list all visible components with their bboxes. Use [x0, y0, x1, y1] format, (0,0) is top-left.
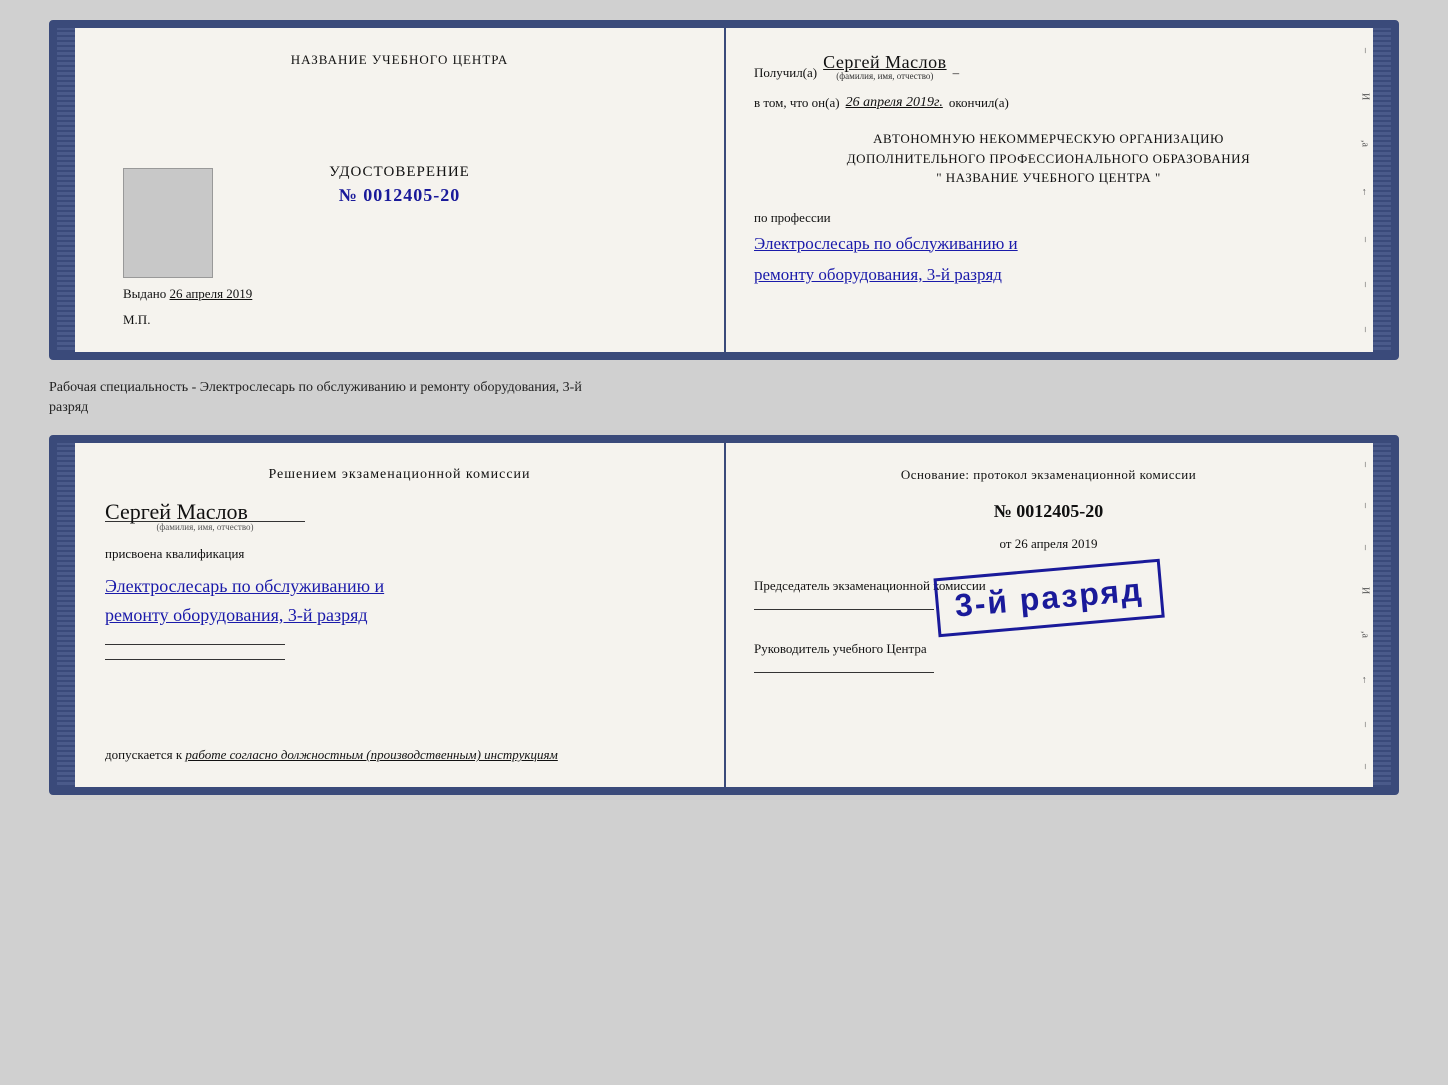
fio-block: Сергей Маслов (фамилия, имя, отчество)	[105, 493, 694, 532]
ot-label: от	[999, 536, 1011, 551]
profession-line2: ремонту оборудования, 3-й разряд	[754, 261, 1343, 288]
poluchil-dash: –	[953, 65, 960, 81]
label-line1: Рабочая специальность - Электрослесарь п…	[49, 378, 1399, 398]
doc2-right-page: Основание: протокол экзаменационной коми…	[724, 443, 1373, 787]
vydano-date: 26 апреля 2019	[170, 286, 253, 301]
org-block: АВТОНОМНУЮ НЕКОММЕРЧЕСКУЮ ОРГАНИЗАЦИЮ ДО…	[754, 129, 1343, 188]
signature-line-1	[105, 644, 285, 645]
dopuskaetsya-block: допускается к работе согласно должностны…	[105, 731, 694, 763]
spine-left-2	[57, 443, 75, 787]
rukovoditel-block: Руководитель учебного Центра	[754, 639, 1343, 678]
udostoverenie-number: № 0012405-20	[329, 185, 470, 206]
resheniyem-title: Решением экзаменационной комиссии	[105, 467, 694, 483]
qualification-line2: ремонту оборудования, 3-й разряд	[105, 605, 368, 625]
stamp-overlay: 3-й разряд	[933, 559, 1164, 638]
udostoverenie-block: УДОСТОВЕРЕНИЕ № 0012405-20	[329, 164, 470, 206]
v-tom-label: в том, что он(а)	[754, 95, 840, 111]
signature-line-2	[105, 659, 285, 660]
po-professii-label: по профессии	[754, 210, 831, 225]
prisvoena-label: присвоена квалификация	[105, 546, 694, 562]
spine-right-2	[1373, 443, 1391, 787]
document-card-2: Решением экзаменационной комиссии Сергей…	[49, 435, 1399, 795]
predsedatel-sig-line	[754, 609, 934, 610]
stamp-text: 3-й разряд	[953, 571, 1144, 623]
osnovanie-label: Основание: протокол экзаменационной коми…	[754, 467, 1343, 483]
v-tom-date: 26 апреля 2019г.	[846, 95, 943, 111]
poluchil-subtitle: (фамилия, имя, отчество)	[823, 71, 946, 81]
photo-placeholder	[123, 168, 213, 278]
qualification-line1: Электрослесарь по обслуживанию и	[105, 576, 384, 596]
poluchil-label: Получил(а)	[754, 65, 817, 81]
poluchil-line: Получил(а) Сергей Маслов (фамилия, имя, …	[754, 52, 1343, 81]
mp-label: М.П.	[123, 312, 150, 328]
rukovoditel-label: Руководитель учебного Центра	[754, 639, 1343, 659]
okonchil-label: окончил(а)	[949, 95, 1009, 111]
qualification-block: Электрослесарь по обслуживанию и ремонту…	[105, 572, 694, 630]
udostoverenie-label: УДОСТОВЕРЕНИЕ	[329, 164, 470, 181]
label-line2: разряд	[49, 398, 1399, 418]
spine-left-1	[57, 28, 75, 352]
dopuskaetsya-label: допускается к	[105, 747, 182, 762]
right-deco-2: – – – И ,а ← – –	[1357, 443, 1373, 787]
vydano-label: Выдано	[123, 286, 166, 301]
right-deco-1: – И ,а ← – – –	[1357, 28, 1373, 352]
poluchil-name: Сергей Маслов	[823, 52, 946, 72]
rukovoditel-sig-line	[754, 672, 934, 673]
doc1-center-title: НАЗВАНИЕ УЧЕБНОГО ЦЕНТРА	[291, 52, 508, 68]
doc2-left-page: Решением экзаменационной комиссии Сергей…	[75, 443, 724, 787]
org-line1: АВТОНОМНУЮ НЕКОММЕРЧЕСКУЮ ОРГАНИЗАЦИЮ	[754, 129, 1343, 149]
vydano-line: Выдано 26 апреля 2019	[123, 286, 694, 302]
org-line2: ДОПОЛНИТЕЛЬНОГО ПРОФЕССИОНАЛЬНОГО ОБРАЗО…	[754, 149, 1343, 169]
ot-date: от 26 апреля 2019	[754, 536, 1343, 552]
label-between: Рабочая специальность - Электрослесарь п…	[49, 376, 1399, 419]
doc1-left-page: НАЗВАНИЕ УЧЕБНОГО ЦЕНТРА УДОСТОВЕРЕНИЕ №…	[75, 28, 724, 352]
dopuskaetsya-value: работе согласно должностным (производств…	[185, 747, 557, 762]
spine-right-1	[1373, 28, 1391, 352]
profession-line1: Электрослесарь по обслуживанию и	[754, 230, 1343, 257]
doc1-right-page: Получил(а) Сергей Маслов (фамилия, имя, …	[724, 28, 1373, 352]
ot-date-val: 26 апреля 2019	[1015, 536, 1098, 551]
org-name: " НАЗВАНИЕ УЧЕБНОГО ЦЕНТРА "	[754, 168, 1343, 188]
document-card-1: НАЗВАНИЕ УЧЕБНОГО ЦЕНТРА УДОСТОВЕРЕНИЕ №…	[49, 20, 1399, 360]
v-tom-line: в том, что он(а) 26 апреля 2019г. окончи…	[754, 95, 1343, 111]
protocol-number: № 0012405-20	[754, 501, 1343, 522]
po-professii-block: по профессии Электрослесарь по обслужива…	[754, 210, 1343, 288]
